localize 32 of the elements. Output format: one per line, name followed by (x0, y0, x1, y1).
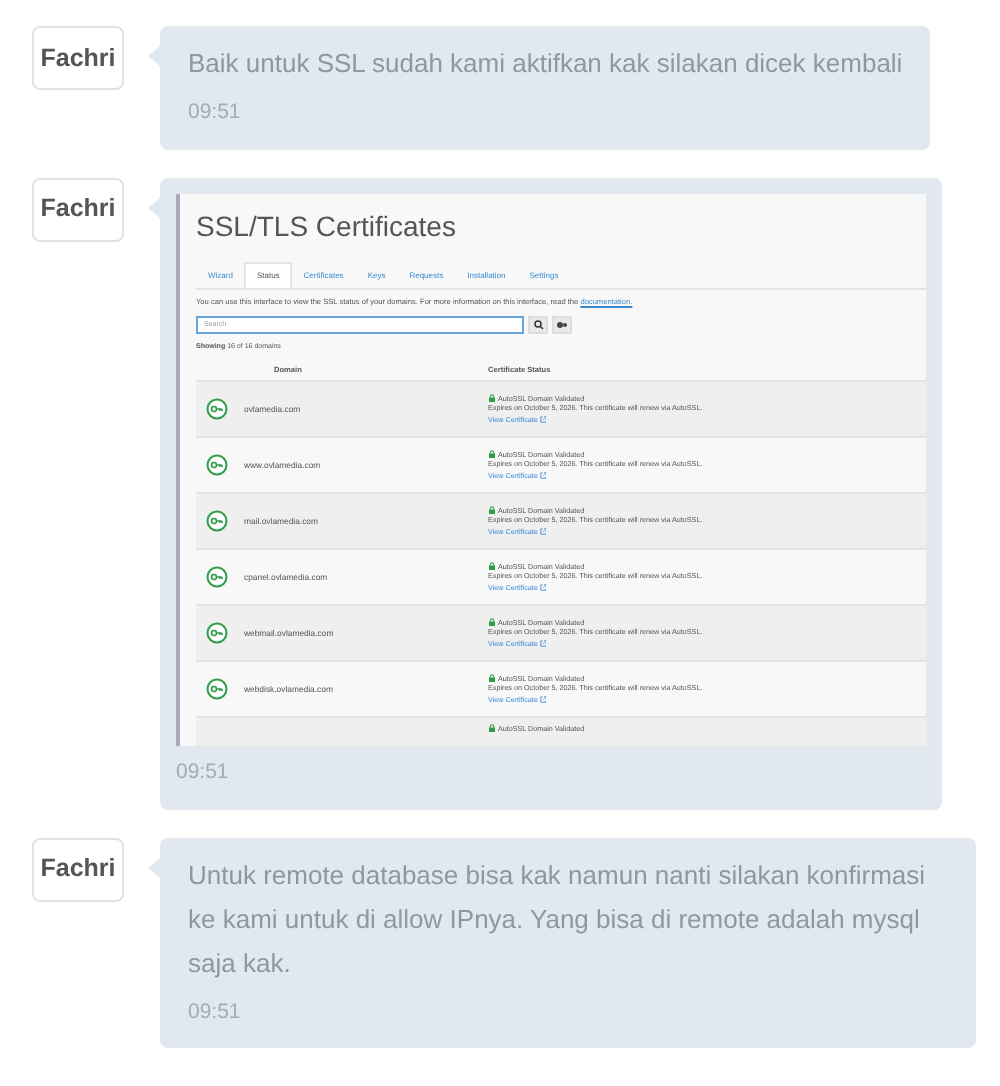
search-button[interactable] (528, 316, 548, 335)
sender-name: Fachri (32, 837, 124, 901)
key-icon (206, 622, 228, 645)
key-icon (206, 678, 228, 701)
external-link-icon (539, 416, 547, 424)
lock-icon (488, 393, 496, 402)
page-title: SSL/TLS Certificates (196, 207, 458, 246)
lock-icon (488, 724, 496, 733)
external-link-icon (539, 640, 547, 648)
external-link-icon (539, 472, 547, 480)
lock-icon (488, 561, 496, 570)
settings-button[interactable] (552, 316, 572, 335)
settings-icon (556, 320, 568, 331)
message-text: Baik untuk SSL sudah kami aktifkan kak silakan dicek kembali (188, 46, 903, 82)
key-icon (206, 398, 228, 421)
lock-icon (488, 673, 496, 682)
external-link-icon (539, 696, 547, 704)
key-icon (206, 454, 228, 477)
key-icon (206, 566, 228, 589)
lock-icon (488, 617, 496, 626)
lock-icon (488, 505, 496, 514)
message-time: 09:51 (188, 98, 243, 128)
sender-name: Fachri (32, 26, 124, 90)
external-link-icon (539, 528, 547, 536)
search-icon (533, 320, 543, 331)
key-icon (206, 510, 228, 533)
sender-name: Fachri (32, 177, 124, 242)
message-text: Untuk remote database bisa kak namun nanti silakan konfirmasi ke kami untuk di allow IPnya. Yang bisa di remote adalah mysql saja kak. (188, 857, 928, 982)
lock-icon (488, 449, 496, 458)
external-link-icon (539, 584, 547, 592)
message-time: 09:51 (188, 997, 243, 1027)
message-time: 09:51 (176, 757, 231, 788)
